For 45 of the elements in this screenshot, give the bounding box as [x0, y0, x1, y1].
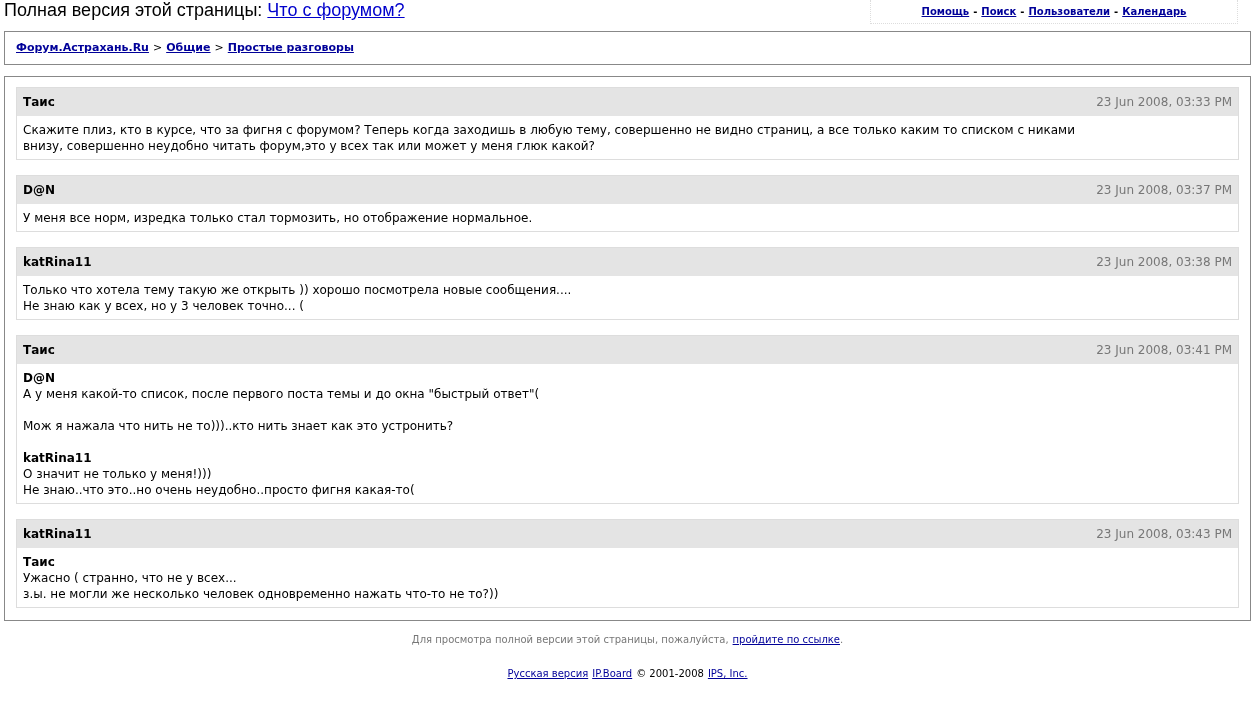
post-author: D@N: [23, 182, 55, 199]
quoted-author: D@N: [23, 370, 56, 386]
post-text: Только что хотела тему такую же открыть )) хорошо посмотрела новые сообщения....: [23, 282, 573, 298]
post-author: katRina11: [23, 254, 92, 271]
post-date: 23 Jun 2008, 03:43 PM: [1096, 526, 1232, 543]
breadcrumb-link[interactable]: Простые разговоры: [227, 39, 354, 57]
post-text: А у меня какой-то список, после первого поста темы и до окна "быстрый ответ"(: [23, 386, 541, 402]
credit-link[interactable]: IPS, Inc.: [707, 666, 748, 681]
footer-period: .: [839, 633, 844, 647]
breadcrumb-link[interactable]: Форум.Астрахань.Ru: [16, 39, 149, 57]
separator: -: [1114, 5, 1119, 19]
post-text: з.ы. не могли же несколько человек одновременно нажать что-то не то?)): [23, 586, 500, 602]
post-date: 23 Jun 2008, 03:33 PM: [1096, 94, 1232, 111]
breadcrumb-separator: >: [152, 39, 163, 56]
full-version-link[interactable]: пройдите по ссылке: [732, 632, 840, 647]
post-text: Скажите плиз, кто в курсе, что за фигня с форумом? Теперь когда заходишь в любую тему, совершенно не видно страниц, а все только каким то списком с никами: [23, 122, 1076, 138]
quoted-author: katRina11: [23, 450, 93, 466]
post-text: О значит не только у меня!))): [23, 466, 213, 482]
post-date: 23 Jun 2008, 03:37 PM: [1096, 182, 1232, 199]
breadcrumb-link[interactable]: Общие: [166, 39, 211, 57]
separator: -: [1020, 5, 1025, 19]
nav-link[interactable]: Поиск: [981, 4, 1017, 19]
post-text: У меня все норм, изредка только стал тормозить, но отображение нормальное.: [23, 210, 534, 226]
credit-link[interactable]: IP.Board: [592, 666, 633, 681]
nav-link[interactable]: Календарь: [1122, 4, 1187, 19]
page-title: Полная версия этой страницы:: [4, 0, 263, 20]
footer-notice: Для просмотра полной версии этой страницы, пожалуйста,: [411, 633, 729, 647]
post-text: Мож я нажала что нить не то)))..кто нить знает как это устронить?: [23, 418, 455, 434]
post-date: 23 Jun 2008, 03:41 PM: [1096, 342, 1232, 359]
nav-link[interactable]: Помощь: [921, 4, 970, 19]
post-text: внизу, совершенно неудобно читать форум,это у всех так или может у меня глюк какой?: [23, 138, 596, 154]
post-text: Ужасно ( странно, что не у всех...: [23, 570, 238, 586]
post-text: Не знаю как у всех, но у 3 человек точно... (: [23, 298, 305, 314]
credit-link[interactable]: Русская версия: [507, 666, 589, 681]
breadcrumb-separator: >: [214, 39, 224, 56]
post-text: Не знаю..что это..но очень неудобно..просто фигня какая-то(: [23, 482, 416, 498]
post-author: Таис: [23, 94, 55, 111]
post-author: Таис: [23, 342, 55, 359]
copyright-text: © 2001-2008: [636, 667, 704, 681]
post-author: katRina11: [23, 526, 92, 543]
nav-link[interactable]: Пользователи: [1028, 4, 1111, 19]
post-date: 23 Jun 2008, 03:38 PM: [1096, 254, 1232, 271]
topic-link[interactable]: Что с форумом?: [267, 0, 405, 20]
quoted-author: Таис: [23, 554, 56, 570]
separator: -: [973, 5, 978, 19]
